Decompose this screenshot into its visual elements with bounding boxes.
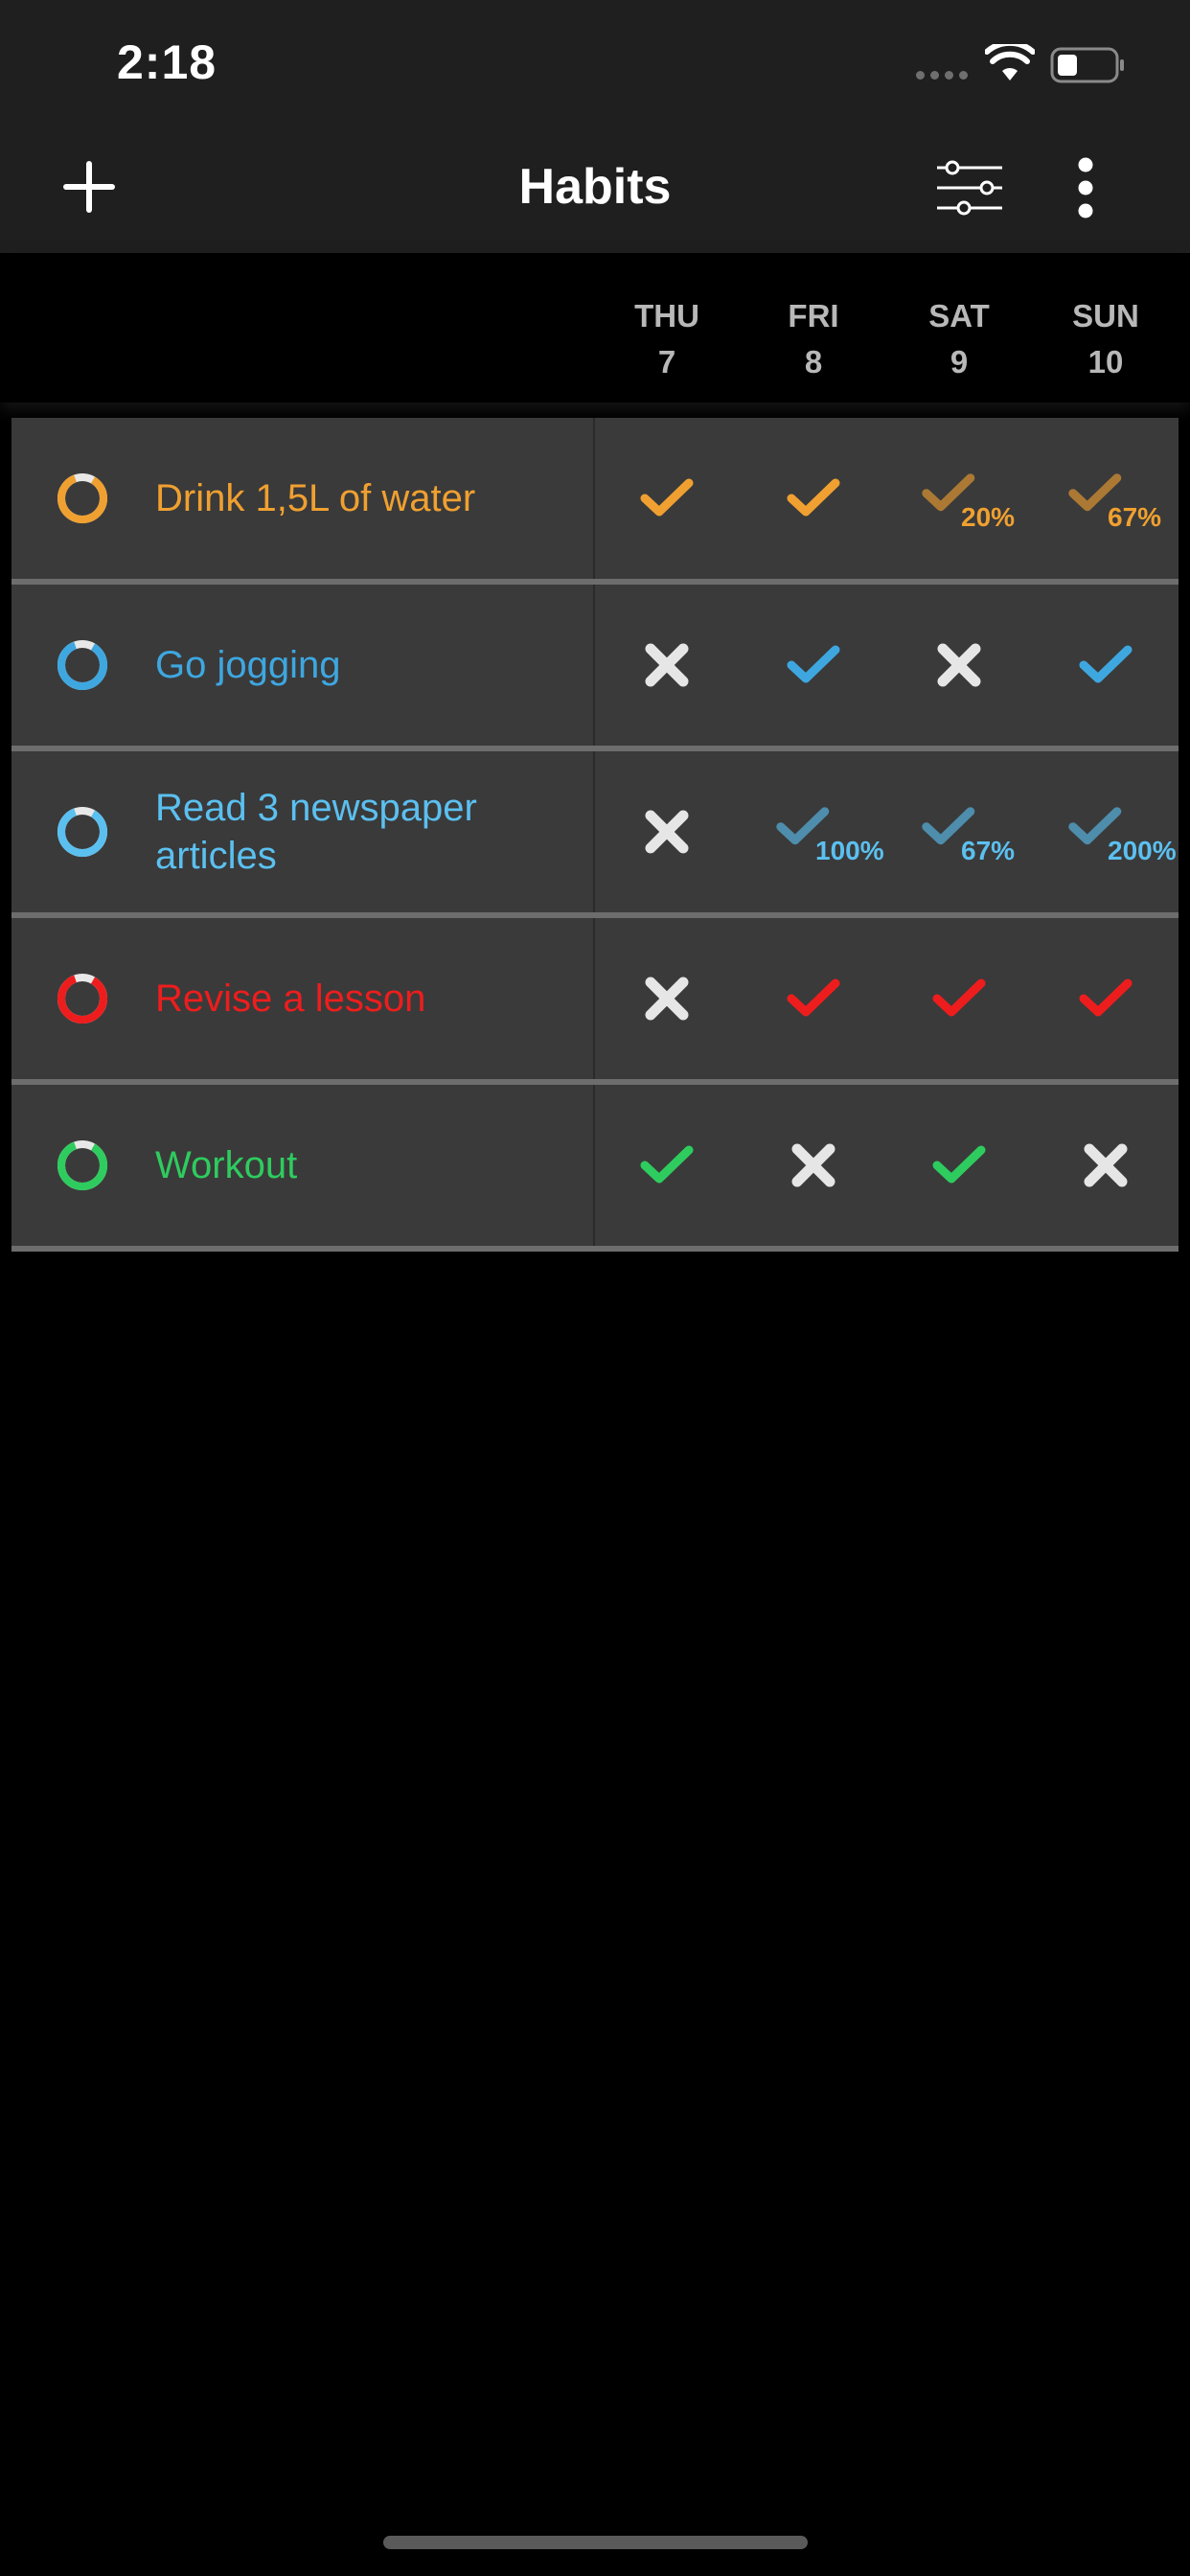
day-cell-fri[interactable]: 100% — [741, 751, 886, 912]
progress-ring-icon — [57, 1140, 107, 1190]
check-icon — [640, 1145, 694, 1184]
app-screen: 2:18 Habits THU 7 FRI 8 SAT 9 SUN 10 Dri… — [0, 0, 1190, 2576]
completion-percent: 67% — [1108, 502, 1162, 532]
completion-percent: 20% — [961, 502, 1016, 532]
check-icon — [932, 978, 986, 1017]
day-cell-thu[interactable] — [594, 751, 740, 912]
cross-icon — [645, 643, 689, 687]
day-column-sun: SUN 10 — [1033, 293, 1179, 385]
habit-row[interactable]: Drink 1,5L of water 20% 67% — [11, 418, 1179, 585]
more-options-button[interactable] — [1071, 157, 1100, 218]
top-bar: 2:18 Habits — [0, 0, 1190, 253]
completion-percent: 67% — [961, 836, 1016, 865]
day-cell-thu[interactable] — [594, 918, 740, 1079]
day-cell-sun[interactable] — [1033, 585, 1179, 746]
day-of-week: FRI — [788, 298, 839, 334]
filter-button[interactable] — [935, 159, 1004, 217]
habit-row[interactable]: Go jogging — [11, 585, 1179, 751]
add-habit-button[interactable] — [61, 159, 117, 215]
day-cell-sat[interactable] — [886, 585, 1032, 746]
check-icon — [787, 978, 840, 1017]
check-icon — [640, 478, 694, 517]
wifi-icon — [985, 44, 1035, 80]
habit-name: Workout — [155, 1144, 298, 1186]
status-time: 2:18 — [117, 35, 217, 89]
day-of-week: SUN — [1072, 298, 1139, 334]
day-date: 9 — [950, 344, 969, 380]
plus-icon — [63, 161, 115, 213]
day-cell-sun[interactable]: 67% — [1033, 418, 1179, 579]
day-date: 10 — [1087, 344, 1124, 380]
day-cell-fri[interactable] — [741, 1085, 886, 1246]
progress-ring-icon — [57, 974, 107, 1024]
signal-dots-icon — [916, 71, 972, 80]
progress-ring-icon — [57, 640, 107, 690]
habit-name: Read 3 newspaper articles — [155, 787, 477, 877]
habit-row[interactable]: Read 3 newspaper articles 100% 67% 200% — [11, 751, 1179, 918]
habit-name: Revise a lesson — [155, 978, 426, 1020]
cross-icon — [791, 1143, 835, 1187]
check-icon — [787, 478, 840, 517]
cross-icon — [645, 977, 689, 1021]
sliders-icon — [937, 160, 1002, 216]
day-date: 7 — [657, 344, 676, 380]
day-of-week: SAT — [928, 298, 990, 334]
check-icon — [932, 1145, 986, 1184]
day-cell-sat[interactable]: 20% — [886, 418, 1032, 579]
habit-row[interactable]: Revise a lesson — [11, 918, 1179, 1085]
check-icon — [1079, 645, 1133, 683]
day-column-thu: THU 7 — [594, 293, 740, 385]
page-title: Habits — [518, 159, 672, 215]
cross-icon — [645, 810, 689, 854]
completion-percent: 200% — [1108, 836, 1177, 865]
day-column-fri: FRI 8 — [741, 293, 886, 385]
cross-icon — [937, 643, 981, 687]
progress-ring-icon — [57, 473, 107, 523]
day-cell-thu[interactable] — [594, 418, 740, 579]
habit-name: Go jogging — [155, 644, 341, 686]
day-cell-sat[interactable] — [886, 918, 1032, 1079]
day-cell-fri[interactable] — [741, 585, 886, 746]
day-cell-sun[interactable]: 200% — [1033, 751, 1179, 912]
day-cell-thu[interactable] — [594, 585, 740, 746]
habit-row[interactable]: Workout — [11, 1085, 1179, 1252]
home-indicator[interactable] — [383, 2536, 808, 2549]
habit-name: Drink 1,5L of water — [155, 477, 476, 519]
day-header: THU 7 FRI 8 SAT 9 SUN 10 — [0, 253, 1190, 402]
check-icon — [1079, 978, 1133, 1017]
day-column-sat: SAT 9 — [886, 293, 1032, 385]
day-cell-sat[interactable] — [886, 1085, 1032, 1246]
completion-percent: 100% — [815, 836, 884, 865]
more-vertical-icon — [1078, 157, 1093, 218]
day-cell-sun[interactable] — [1033, 918, 1179, 1079]
battery-icon — [1050, 47, 1124, 83]
cross-icon — [1084, 1143, 1128, 1187]
day-cell-thu[interactable] — [594, 1085, 740, 1246]
day-cell-fri[interactable] — [741, 418, 886, 579]
day-cell-sun[interactable] — [1033, 1085, 1179, 1246]
day-cell-fri[interactable] — [741, 918, 886, 1079]
day-cell-sat[interactable]: 67% — [886, 751, 1032, 912]
check-icon — [787, 645, 840, 683]
day-of-week: THU — [634, 298, 699, 334]
day-date: 8 — [804, 344, 823, 380]
progress-ring-icon — [57, 807, 107, 857]
